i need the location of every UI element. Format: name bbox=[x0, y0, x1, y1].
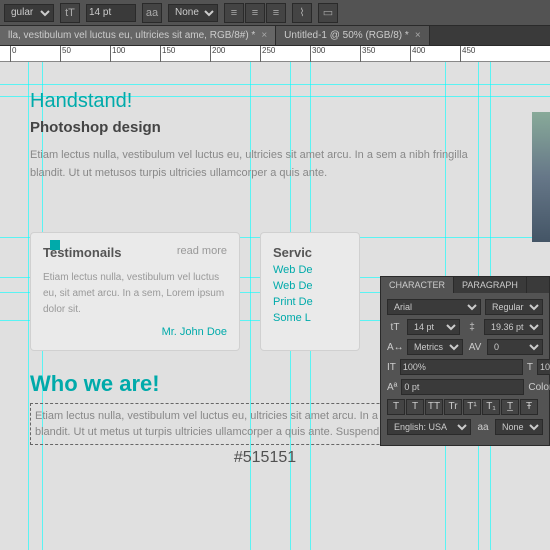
page-heading: Handstand! bbox=[30, 90, 500, 113]
aa-select[interactable]: None bbox=[495, 419, 543, 435]
font-style-select[interactable]: gular bbox=[4, 4, 54, 22]
size-icon: tT bbox=[387, 322, 403, 333]
leading-select[interactable]: 19.36 pt bbox=[484, 319, 543, 335]
bold-button[interactable]: T bbox=[387, 399, 405, 415]
strike-button[interactable]: Ŧ bbox=[520, 399, 538, 415]
allcaps-button[interactable]: TT bbox=[425, 399, 443, 415]
font-family-select[interactable]: Arial bbox=[387, 299, 481, 315]
service-link[interactable]: Some L bbox=[273, 312, 347, 324]
language-select[interactable]: English: USA bbox=[387, 419, 471, 435]
character-panel[interactable]: CHARACTER PARAGRAPH Arial Regular tT 14 … bbox=[380, 276, 550, 446]
testimonial-author: Mr. John Doe bbox=[43, 326, 227, 338]
font-size-input[interactable] bbox=[86, 4, 136, 22]
italic-button[interactable]: T bbox=[406, 399, 424, 415]
align-left-icon[interactable]: ≡ bbox=[224, 3, 244, 23]
hscale-icon: T bbox=[527, 362, 533, 373]
baseline-input[interactable] bbox=[401, 379, 524, 395]
align-right-icon[interactable]: ≡ bbox=[266, 3, 286, 23]
card-body: Etiam lectus nulla, vestibulum vel luctu… bbox=[43, 270, 227, 318]
canvas[interactable]: Handstand! Photoshop design Etiam lectus… bbox=[0, 62, 550, 550]
smallcaps-button[interactable]: Tr bbox=[444, 399, 462, 415]
aa-icon: aa bbox=[475, 422, 491, 433]
tracking-select[interactable]: 0 bbox=[487, 339, 543, 355]
superscript-button[interactable]: T¹ bbox=[463, 399, 481, 415]
color-code-label: #515151 bbox=[30, 449, 500, 467]
color-label: Color: bbox=[528, 382, 550, 393]
service-link[interactable]: Web De bbox=[273, 264, 347, 276]
image-strip bbox=[532, 112, 550, 242]
align-center-icon[interactable]: ≡ bbox=[245, 3, 265, 23]
service-link[interactable]: Web De bbox=[273, 280, 347, 292]
font-weight-select[interactable]: Regular bbox=[485, 299, 543, 315]
kerning-icon: A↔ bbox=[387, 342, 403, 353]
type-style-buttons: T T TT Tr T¹ T₁ T̲ Ŧ bbox=[387, 399, 543, 415]
service-link[interactable]: Print De bbox=[273, 296, 347, 308]
document-tabs: lla, vestibulum vel luctus eu, ultricies… bbox=[0, 26, 550, 46]
tab-character[interactable]: CHARACTER bbox=[381, 277, 454, 293]
services-card: Servic Web De Web De Print De Some L bbox=[260, 232, 360, 351]
underline-button[interactable]: T̲ bbox=[501, 399, 519, 415]
baseline-icon: Aª bbox=[387, 382, 397, 393]
aa-icon: aa bbox=[142, 3, 162, 23]
page-subheading: Photoshop design bbox=[30, 119, 500, 136]
read-more-link[interactable]: read more bbox=[177, 245, 227, 260]
warp-text-icon[interactable]: ⌇ bbox=[292, 3, 312, 23]
close-icon[interactable]: × bbox=[261, 30, 267, 41]
doc-tab-2[interactable]: Untitled-1 @ 50% (RGB/8) *× bbox=[276, 26, 429, 45]
kerning-select[interactable]: Metrics bbox=[407, 339, 463, 355]
font-size-select[interactable]: 14 pt bbox=[407, 319, 460, 335]
ruler-horizontal[interactable]: 0 50 100 150 200 250 300 350 400 450 bbox=[0, 46, 550, 62]
doc-tab-1[interactable]: lla, vestibulum vel luctus eu, ultricies… bbox=[0, 26, 276, 45]
card-title: Servic bbox=[273, 245, 347, 260]
vscale-input[interactable] bbox=[400, 359, 523, 375]
testimonials-card: Testimonails read more Etiam lectus null… bbox=[30, 232, 240, 351]
close-icon[interactable]: × bbox=[415, 30, 421, 41]
vscale-icon: IT bbox=[387, 362, 396, 373]
options-bar: gular tT aa None ≡ ≡ ≡ ⌇ ▭ bbox=[0, 0, 550, 26]
subscript-button[interactable]: T₁ bbox=[482, 399, 500, 415]
font-size-icon: tT bbox=[60, 3, 80, 23]
tracking-icon: AV bbox=[467, 342, 483, 353]
tab-paragraph[interactable]: PARAGRAPH bbox=[454, 277, 527, 293]
selection-handle[interactable] bbox=[50, 240, 60, 250]
aa-select[interactable]: None bbox=[168, 4, 218, 22]
panels-icon[interactable]: ▭ bbox=[318, 3, 338, 23]
leading-icon: ‡ bbox=[464, 322, 480, 333]
intro-paragraph: Etiam lectus nulla, vestibulum vel luctu… bbox=[30, 146, 500, 182]
hscale-input[interactable] bbox=[537, 359, 550, 375]
align-group: ≡ ≡ ≡ bbox=[224, 3, 286, 23]
